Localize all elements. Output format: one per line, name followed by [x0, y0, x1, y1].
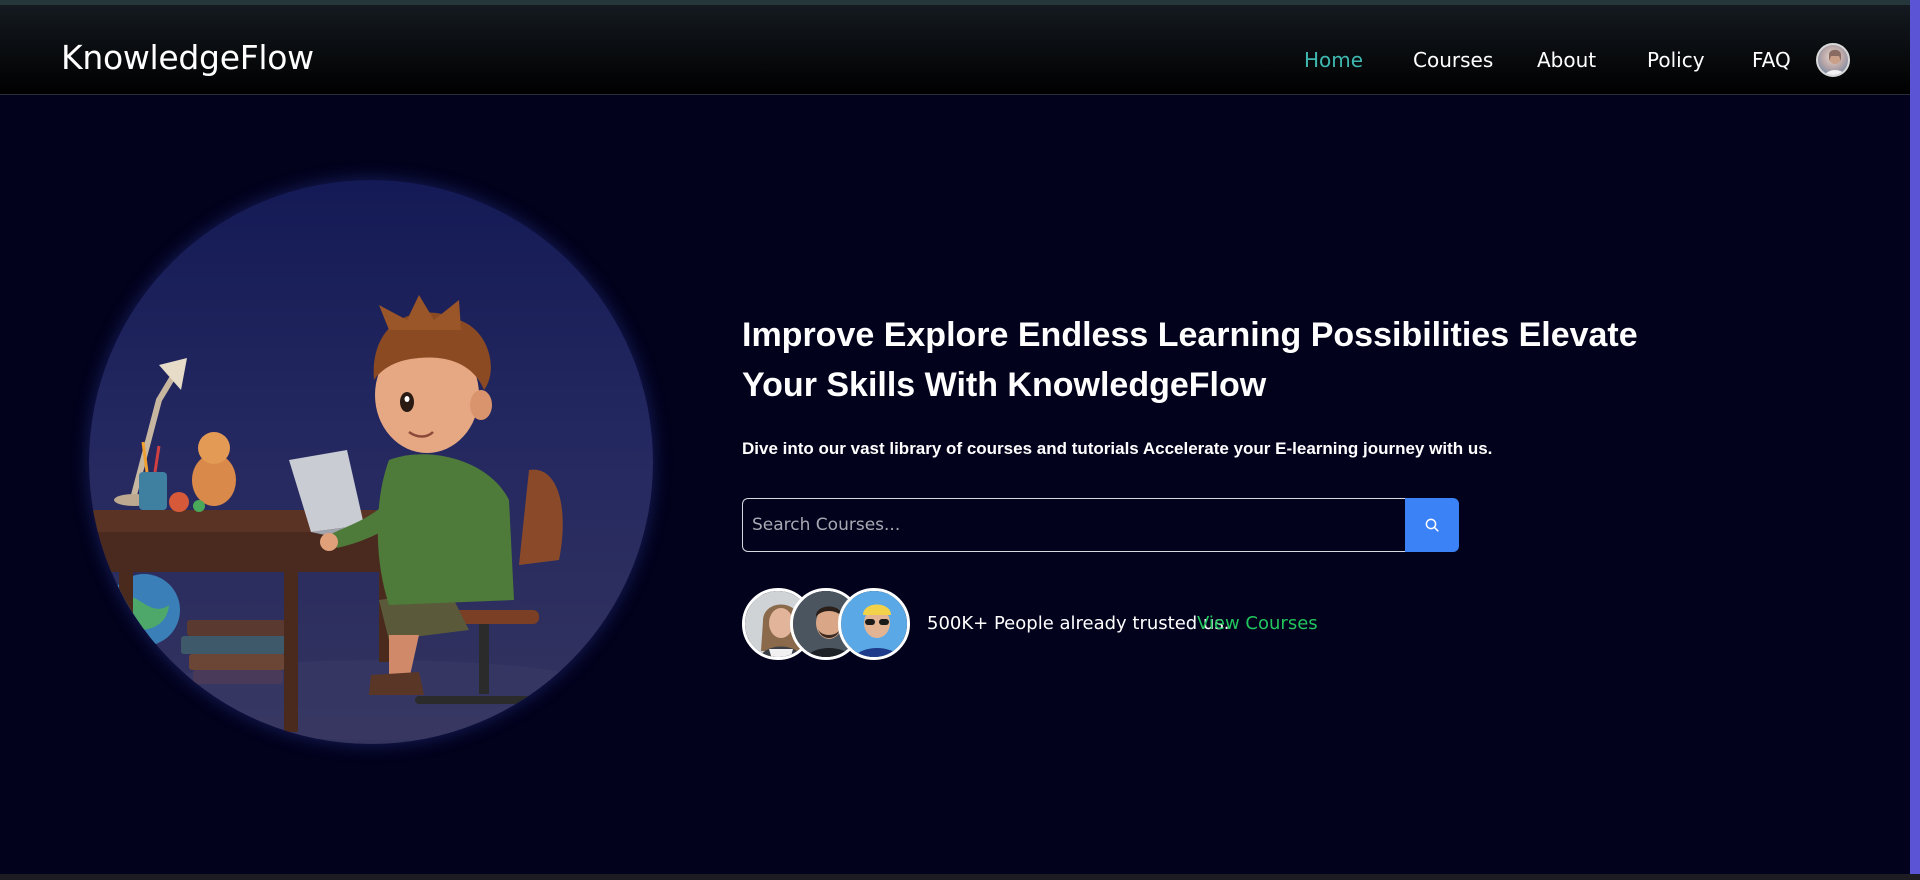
nav-link-faq[interactable]: FAQ: [1752, 48, 1791, 72]
search-input[interactable]: [742, 498, 1406, 552]
hero-subtitle: Dive into our vast library of courses an…: [742, 439, 1493, 458]
nav-link-courses[interactable]: Courses: [1413, 48, 1493, 72]
hero-illustration: [89, 180, 653, 744]
boy-at-desk-illustration: [89, 295, 639, 740]
trusted-count-text: 500K+ People already trusted us.: [927, 613, 1230, 634]
search-button[interactable]: [1405, 498, 1459, 552]
scrollbar[interactable]: [1910, 0, 1920, 880]
nav-link-home[interactable]: Home: [1304, 48, 1363, 72]
hero-headline: Improve Explore Endless Learning Possibi…: [742, 310, 1682, 410]
user-avatar-icon[interactable]: [1816, 43, 1850, 77]
window-bottom-strip: [0, 874, 1920, 880]
navbar: KnowledgeFlow Home Courses About Policy …: [0, 5, 1910, 95]
search-icon: [1425, 518, 1439, 532]
trusted-by-row: 500K+ People already trusted us. View Co…: [742, 588, 1442, 660]
hero-headline-line2: Your Skills With KnowledgeFlow: [742, 366, 1267, 404]
view-courses-link[interactable]: View Courses: [1197, 613, 1318, 634]
brand-logo-text[interactable]: KnowledgeFlow: [61, 38, 314, 77]
nav-link-about[interactable]: About: [1537, 48, 1596, 72]
nav-link-policy[interactable]: Policy: [1647, 48, 1705, 72]
user-avatar-man-sunglasses: [838, 588, 910, 660]
hero-headline-line1: Improve Explore Endless Learning Possibi…: [742, 316, 1638, 354]
course-search-form: [742, 498, 1459, 552]
